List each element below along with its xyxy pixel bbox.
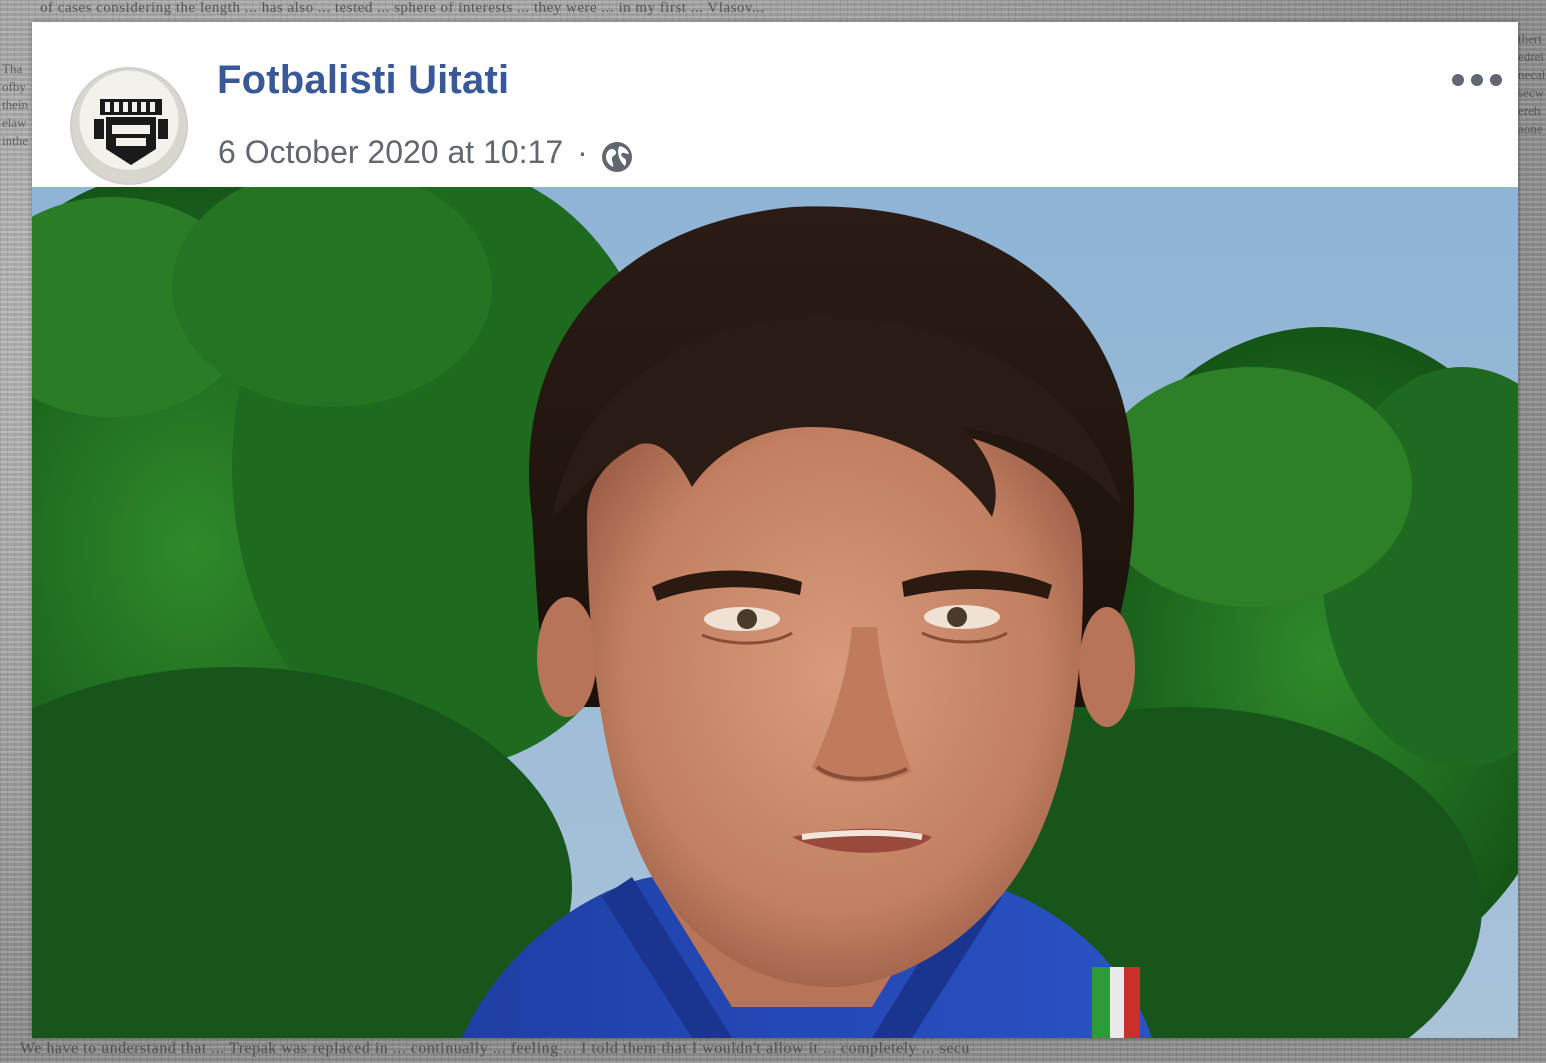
menu-dot bbox=[1490, 74, 1502, 86]
meta-separator: · bbox=[577, 133, 588, 170]
background-newspaper-text-top: of cases considering the length ... has … bbox=[40, 0, 765, 16]
page-avatar[interactable] bbox=[70, 67, 188, 185]
footballer-portrait-image bbox=[32, 187, 1518, 1038]
globe-icon[interactable] bbox=[600, 140, 634, 174]
background-newspaper-text-bottom: We have to understand that ... Trepak wa… bbox=[20, 1040, 970, 1057]
post-photo[interactable] bbox=[32, 187, 1518, 1038]
post-timestamp[interactable]: 6 October 2020 at 10:17 bbox=[218, 134, 563, 171]
post-header: Fotbalisti Uitati 6 October 2020 at 10:1… bbox=[32, 22, 1518, 187]
menu-dot bbox=[1452, 74, 1464, 86]
fotbalisti-uitati-logo-icon bbox=[94, 99, 168, 165]
menu-dot bbox=[1471, 74, 1483, 86]
more-horizontal-icon[interactable] bbox=[1452, 68, 1502, 92]
facebook-post-card: Fotbalisti Uitati 6 October 2020 at 10:1… bbox=[32, 22, 1518, 1038]
page-name-link[interactable]: Fotbalisti Uitati bbox=[217, 58, 509, 103]
post-meta: 6 October 2020 at 10:17 · bbox=[218, 130, 634, 174]
background-newspaper-text-left: Thaofbytheinelawinthe bbox=[2, 61, 28, 148]
background-newspaper-text-right: thertedreinecalsecwerehaone bbox=[1518, 31, 1546, 136]
